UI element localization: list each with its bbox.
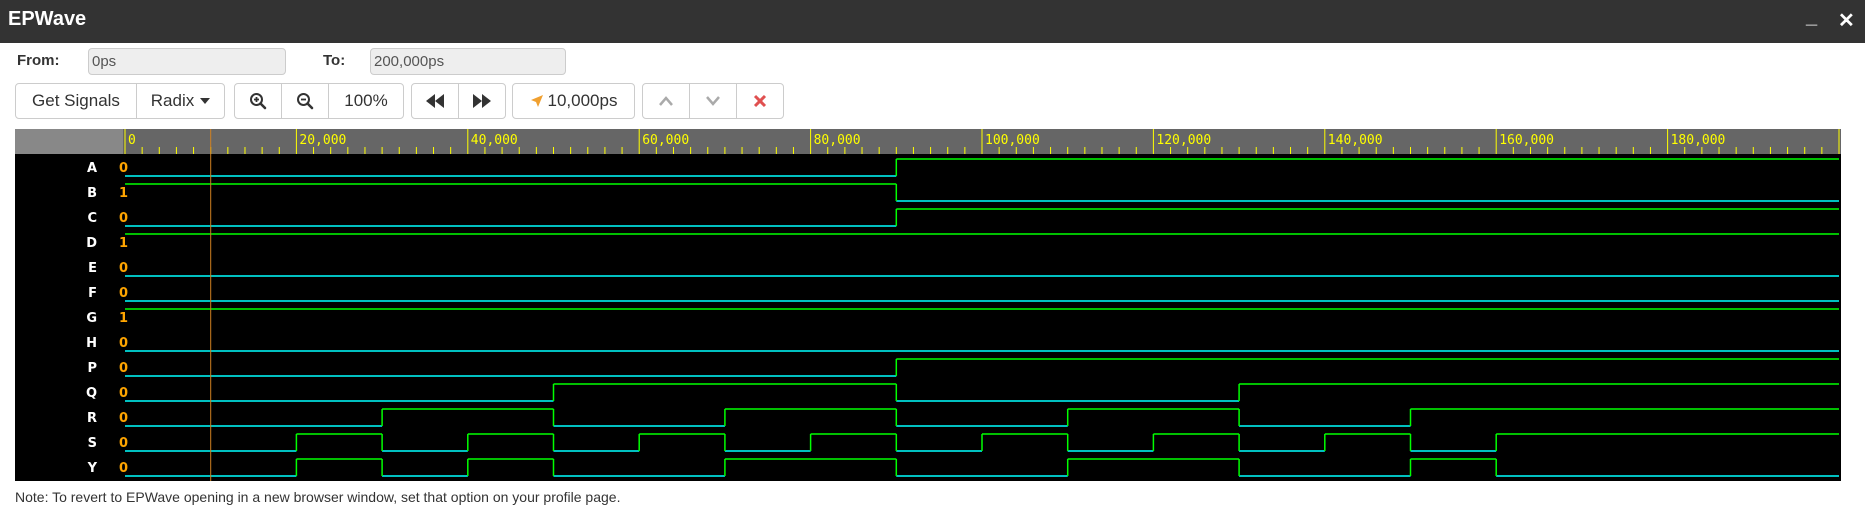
time-ruler — [15, 129, 1841, 154]
get-signals-button[interactable]: Get Signals — [15, 83, 137, 119]
footer-note: Note: To revert to EPWave opening in a n… — [15, 489, 621, 505]
rewind-button[interactable] — [411, 83, 459, 119]
from-label: From: — [17, 52, 60, 69]
ruler-tick-label: 160,000 — [1499, 133, 1554, 148]
radix-label: Radix — [150, 91, 195, 110]
chevron-up-icon — [659, 96, 673, 106]
ruler-tick-label: 180,000 — [1671, 133, 1726, 148]
to-label: To: — [323, 52, 346, 69]
zoom-in-icon — [250, 93, 267, 110]
ruler-tick-label: 20,000 — [299, 133, 346, 148]
rewind-icon — [426, 94, 444, 108]
cursor-arrow-icon — [530, 95, 543, 107]
app-title: EPWave — [8, 8, 87, 30]
to-input[interactable] — [370, 48, 566, 75]
waveform-canvas[interactable]: 0 20,000 40,000 60,000 80,000 100,000 120,000 1… — [15, 129, 1841, 481]
ruler-corner — [15, 129, 123, 154]
remove-button[interactable] — [736, 83, 784, 119]
zoom-out-button[interactable] — [281, 83, 329, 119]
ruler-tick-label: 140,000 — [1328, 133, 1383, 148]
zoom-level-button[interactable]: 100% — [328, 83, 404, 119]
ruler-tick-label: 120,000 — [1156, 133, 1211, 148]
fast-forward-icon — [473, 94, 491, 108]
next-edge-button[interactable] — [689, 83, 737, 119]
close-button[interactable]: ✕ — [1838, 8, 1855, 33]
fast-forward-button[interactable] — [458, 83, 506, 119]
cursor-time-button[interactable]: 10,000ps — [512, 83, 635, 119]
minimize-button[interactable]: _ — [1806, 6, 1817, 29]
chevron-down-icon — [706, 96, 720, 106]
ruler-tick-label: 100,000 — [985, 133, 1040, 148]
ruler-tick-label: 60,000 — [642, 133, 689, 148]
title-bar: EPWave _ ✕ — [0, 0, 1865, 43]
zoom-in-button[interactable] — [234, 83, 282, 119]
caret-down-icon — [200, 98, 211, 104]
previous-edge-button[interactable] — [642, 83, 690, 119]
ruler-tick-label: 40,000 — [471, 133, 518, 148]
ruler-tick-label: 0 — [128, 133, 136, 148]
get-signals-label: Get Signals — [32, 91, 120, 110]
zoom-out-icon — [297, 93, 314, 110]
from-input[interactable] — [88, 48, 286, 75]
ruler-tick-label: 80,000 — [814, 133, 861, 148]
cursor-time-label: 10,000ps — [547, 91, 618, 110]
remove-icon — [753, 94, 767, 108]
zoom-level-label: 100% — [344, 91, 388, 110]
waveform-viewer[interactable]: A0B1C0D1E0F0G1H0P0Q0R0S0Y0 0 20,000 40,000… — [15, 129, 1841, 481]
radix-dropdown[interactable]: Radix — [136, 83, 225, 119]
